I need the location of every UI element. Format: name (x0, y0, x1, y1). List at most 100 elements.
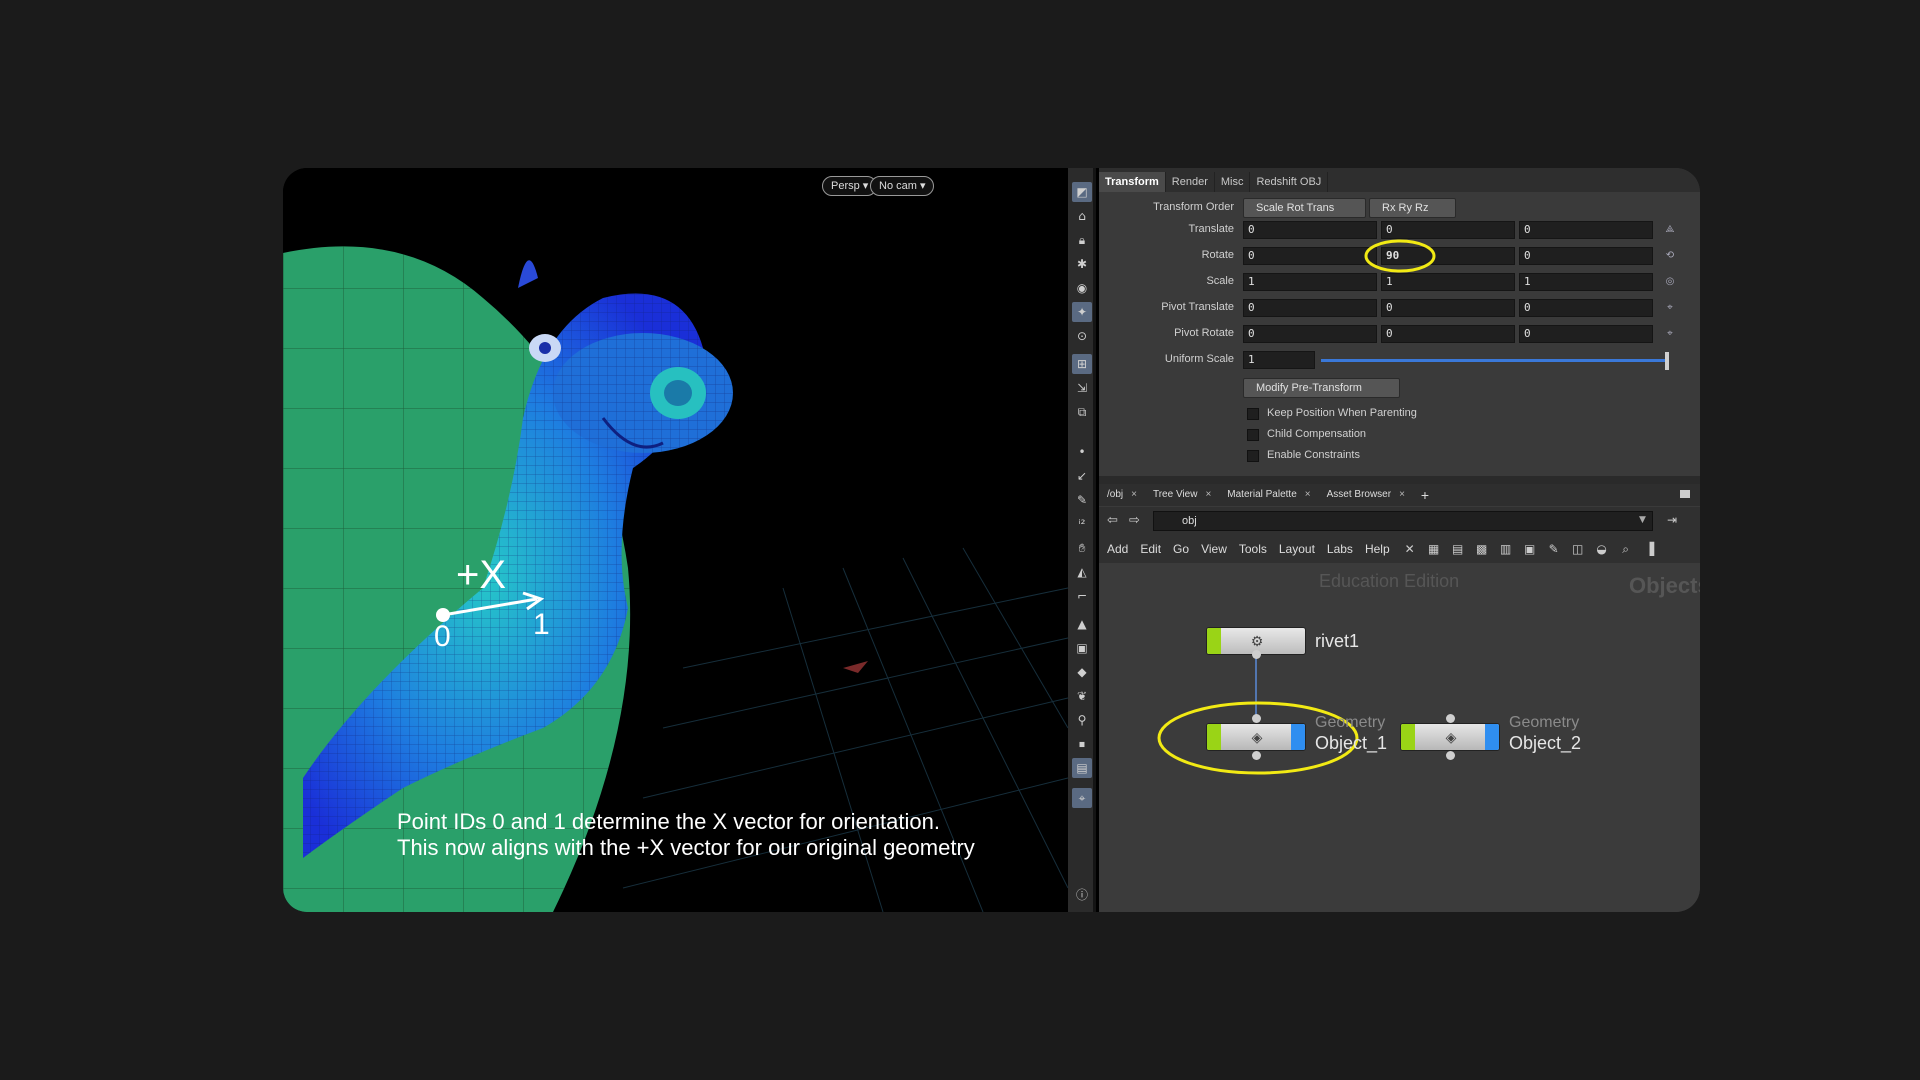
list-view-icon[interactable]: ▤ (1450, 541, 1466, 557)
object1-render-flag[interactable] (1291, 724, 1305, 750)
image-icon[interactable]: ▣ (1522, 541, 1538, 557)
menu-add[interactable]: Add (1107, 542, 1128, 556)
object2-name: Object_2 (1509, 733, 1582, 753)
object2-input[interactable] (1446, 714, 1455, 723)
close-icon[interactable]: × (1305, 484, 1311, 506)
object2-render-flag[interactable] (1485, 724, 1499, 750)
grid-view-icon[interactable]: ▦ (1426, 541, 1442, 557)
object1-input[interactable] (1252, 714, 1261, 723)
wrench-icon[interactable]: ✕ (1402, 541, 1418, 557)
pane-divider[interactable] (1099, 476, 1700, 484)
light-icon[interactable]: ✦ (1072, 302, 1092, 322)
tab-tree-view[interactable]: Tree View × (1145, 484, 1219, 506)
sculpt-icon[interactable]: ▲ (1072, 614, 1092, 634)
display-options-icon[interactable]: ▐ (1642, 541, 1658, 557)
corner-icon[interactable]: ⌐ (1072, 586, 1092, 606)
point-1-label: 1 (533, 608, 550, 641)
object1-name: Object_1 (1315, 733, 1388, 753)
object1-display-flag[interactable] (1207, 724, 1221, 750)
path-bar: ⇦ ⇨ obj ▼ ⇥ (1099, 507, 1700, 535)
stamp-icon[interactable]: ◭ (1072, 562, 1092, 582)
network-editor[interactable]: Education Edition Objects ⚙ rivet1 ◈ Geo… (1099, 563, 1700, 912)
viewport-scene (283, 246, 1068, 912)
screenshot-frame: Persp ▾ No cam ▾ +X 0 1 Point IDs 0 and … (283, 168, 1700, 912)
pivot-icon[interactable]: ✱ (1072, 254, 1092, 274)
image-icon[interactable]: ▣ (1072, 638, 1092, 658)
caption-line-1: Point IDs 0 and 1 determine the X vector… (397, 809, 940, 834)
camera-icon[interactable]: ⊙ (1072, 326, 1092, 346)
viewport-toolbar: ◩ ⌂ 🔒︎ ✱ ◉ ✦ ⊙ ⊞ ⇲ ⧉ • ↙ ✎ ⁱ² ✋︎ ◭ ⌐ ▲ ▣… (1068, 168, 1096, 912)
forward-arrow-icon[interactable]: ⇨ (1129, 513, 1140, 528)
diamond-icon[interactable]: ◆ (1072, 662, 1092, 682)
object2-display-flag[interactable] (1401, 724, 1415, 750)
add-tab-icon[interactable]: + (1413, 484, 1437, 506)
view-icon[interactable]: ⌂ (1072, 206, 1092, 226)
rivet1-display-flag[interactable] (1207, 628, 1221, 654)
menu-go[interactable]: Go (1173, 542, 1189, 556)
tab-obj[interactable]: /obj × (1099, 484, 1145, 506)
tab-asset-browser[interactable]: Asset Browser × (1319, 484, 1413, 506)
tab-material-palette[interactable]: Material Palette × (1219, 484, 1318, 506)
object1-output[interactable] (1252, 751, 1261, 760)
tool-pin-icon[interactable]: ⚲ (1072, 710, 1092, 730)
scene-viewport[interactable]: Persp ▾ No cam ▾ +X 0 1 Point IDs 0 and … (283, 168, 1068, 912)
table-icon[interactable]: ▩ (1474, 541, 1490, 557)
network-tabs: /obj × Tree View × Material Palette × Asset… (1099, 484, 1700, 506)
rivet-icon: ⚙ (1250, 634, 1264, 650)
close-icon[interactable]: × (1131, 484, 1137, 506)
menu-help[interactable]: Help (1365, 542, 1390, 556)
pin-icon[interactable]: ⇥ (1667, 513, 1677, 527)
leaf-icon[interactable]: ❦ (1072, 686, 1092, 706)
rivet1-output[interactable] (1252, 650, 1261, 659)
display-icon[interactable]: ⊞ (1072, 354, 1092, 374)
network-path-field[interactable]: obj (1153, 511, 1653, 531)
stop-icon[interactable]: ⏹︎ (1072, 734, 1092, 754)
number-icon[interactable]: ⁱ² (1072, 514, 1092, 534)
menu-view[interactable]: View (1201, 542, 1227, 556)
menu-layout[interactable]: Layout (1279, 542, 1315, 556)
close-icon[interactable]: × (1399, 484, 1405, 506)
lock-icon[interactable]: 🔒︎ (1072, 230, 1092, 250)
hand-icon[interactable]: ✋︎ (1072, 538, 1092, 558)
chevron-down-icon[interactable]: ▼ (1639, 515, 1646, 525)
info-icon[interactable]: ⓘ (1072, 884, 1092, 904)
shading-icon[interactable]: ◉ (1072, 278, 1092, 298)
menu-tools[interactable]: Tools (1239, 542, 1267, 556)
point-icon[interactable]: • (1072, 442, 1092, 462)
tab-asset-browser-label: Asset Browser (1326, 489, 1392, 500)
tab-obj-label: /obj (1107, 489, 1124, 500)
object2-type: Geometry (1509, 714, 1580, 731)
brush-icon[interactable]: ✎ (1072, 490, 1092, 510)
columns-icon[interactable]: ▥ (1498, 541, 1514, 557)
caption-line-2: This now aligns with the +X vector for o… (397, 835, 975, 860)
camera-menu[interactable]: No cam ▾ (870, 176, 935, 196)
rotate-highlight (1364, 239, 1436, 273)
location-icon[interactable]: ⌖ (1072, 788, 1092, 808)
snap-icon[interactable]: ⇲ (1072, 378, 1092, 398)
object1-type: Geometry (1315, 714, 1386, 731)
group-icon[interactable]: ⧉ (1072, 402, 1092, 422)
rivet1-name: rivet1 (1315, 631, 1360, 651)
geometry-icon: ◈ (1251, 730, 1263, 746)
menu-edit[interactable]: Edit (1140, 542, 1161, 556)
note-icon[interactable]: ✎ (1546, 541, 1562, 557)
tab-tree-view-label: Tree View (1152, 489, 1198, 500)
pane-menu-icon[interactable] (1680, 490, 1690, 498)
parameter-pane: Transform Render Misc Redshift OBJ Trans… (1099, 168, 1700, 476)
select-icon[interactable]: ◩ (1072, 182, 1092, 202)
menu-labs[interactable]: Labs (1327, 542, 1353, 556)
close-icon[interactable]: × (1205, 484, 1211, 506)
render-icon[interactable]: ▤ (1072, 758, 1092, 778)
object2-output[interactable] (1446, 751, 1455, 760)
object2-node[interactable]: ◈ (1400, 723, 1500, 751)
object1-node[interactable]: ◈ (1206, 723, 1306, 751)
search-icon[interactable]: ⌕ (1618, 541, 1634, 557)
palette-icon[interactable]: ◒ (1594, 541, 1610, 557)
tab-material-palette-label: Material Palette (1227, 489, 1297, 500)
geometry-icon: ◈ (1445, 730, 1457, 746)
network-image-icon[interactable]: ◫ (1570, 541, 1586, 557)
axis-label: +X (456, 553, 507, 597)
back-arrow-icon[interactable]: ⇦ (1107, 513, 1118, 528)
edge-icon[interactable]: ↙ (1072, 466, 1092, 486)
point-0-label: 0 (434, 620, 451, 653)
